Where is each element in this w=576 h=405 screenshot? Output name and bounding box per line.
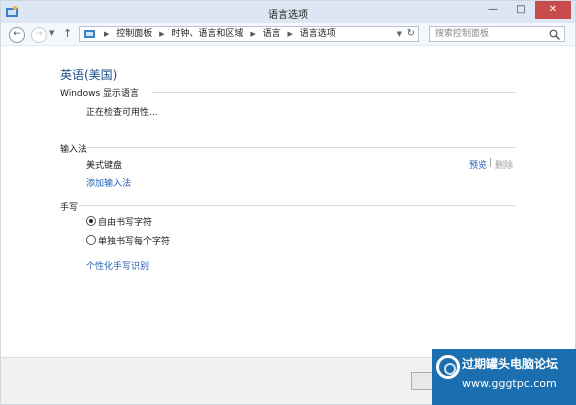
link-separator: | — [489, 158, 493, 168]
breadcrumb-clock-language-region[interactable]: 时钟、语言和区域 — [171, 29, 243, 39]
freeform-radio[interactable] — [86, 216, 96, 226]
breadcrumb-separator-icon[interactable]: ▶ — [250, 30, 255, 38]
search-input[interactable]: 搜索控制面板 — [429, 26, 565, 42]
close-icon[interactable]: ✕ — [535, 1, 571, 19]
up-arrow-icon[interactable]: ↑ — [63, 27, 72, 40]
navigation-bar: ← → ▼ ↑ ▶ 控制面板 ▶ 时钟、语言和区域 ▶ 语言 ▶ 语言选项 ▼ … — [1, 23, 575, 46]
forward-arrow-icon[interactable]: → — [31, 27, 47, 43]
input-method-item: 美式键盘 — [86, 161, 123, 171]
input-method-label: 输入法 — [60, 145, 88, 155]
section-divider — [87, 147, 515, 148]
breadcrumb-separator-icon[interactable]: ▶ — [159, 30, 164, 38]
address-dropdown-icon[interactable]: ▼ — [397, 28, 402, 41]
watermark-url: www.gggtpc.com — [462, 377, 557, 390]
control-panel-small-icon — [84, 28, 96, 40]
breadcrumb-separator-icon[interactable]: ▶ — [287, 30, 292, 38]
breadcrumb-language-options[interactable]: 语言选项 — [300, 29, 336, 39]
single-character-option-label[interactable]: 单独书写每个字符 — [98, 234, 170, 247]
search-placeholder: 搜索控制面板 — [435, 29, 490, 39]
breadcrumb: ▶ 控制面板 ▶ 时钟、语言和区域 ▶ 语言 ▶ 语言选项 — [100, 28, 336, 41]
language-options-window: 语言选项 — □ ✕ ← → ▼ ↑ ▶ 控制面板 ▶ 时钟、语言和区域 ▶ 语… — [0, 0, 576, 405]
maximize-icon[interactable]: □ — [507, 1, 535, 19]
back-arrow-icon[interactable]: ← — [9, 27, 25, 43]
freeform-option-label[interactable]: 自由书写字符 — [98, 215, 152, 228]
breadcrumb-language[interactable]: 语言 — [263, 29, 281, 39]
single-character-radio[interactable] — [86, 235, 96, 245]
add-input-method-link[interactable]: 添加输入法 — [86, 176, 131, 189]
personalize-handwriting-link[interactable]: 个性化手写识别 — [86, 259, 149, 272]
breadcrumb-control-panel[interactable]: 控制面板 — [116, 29, 152, 39]
refresh-icon[interactable]: ↻ — [407, 27, 415, 41]
search-icon[interactable] — [549, 29, 560, 40]
section-divider — [79, 205, 515, 206]
section-divider — [151, 92, 515, 93]
breadcrumb-separator-icon: ▶ — [104, 30, 110, 38]
watermark-site-name: 过期罐头电脑论坛 — [462, 357, 559, 371]
title-bar: 语言选项 — □ ✕ — [1, 1, 575, 23]
watermark-logo: 过期罐头电脑论坛 www.gggtpc.com — [432, 349, 576, 405]
main-content: 英语(美国) Windows 显示语言 正在检查可用性... 输入法 美式键盘 … — [1, 46, 575, 358]
address-bar[interactable]: ▶ 控制面板 ▶ 时钟、语言和区域 ▶ 语言 ▶ 语言选项 ▼ ↻ — [79, 26, 419, 42]
preview-link[interactable]: 预览 — [469, 158, 487, 171]
handwriting-label: 手写 — [60, 203, 79, 213]
display-language-status: 正在检查可用性... — [86, 108, 158, 118]
recent-locations-chevron-icon[interactable]: ▼ — [49, 29, 54, 37]
display-language-label: Windows 显示语言 — [60, 89, 140, 99]
minimize-icon[interactable]: — — [479, 1, 507, 19]
language-heading: 英语(美国) — [60, 68, 118, 82]
watermark-emblem-icon — [436, 355, 460, 379]
remove-link[interactable]: 删除 — [495, 158, 513, 171]
